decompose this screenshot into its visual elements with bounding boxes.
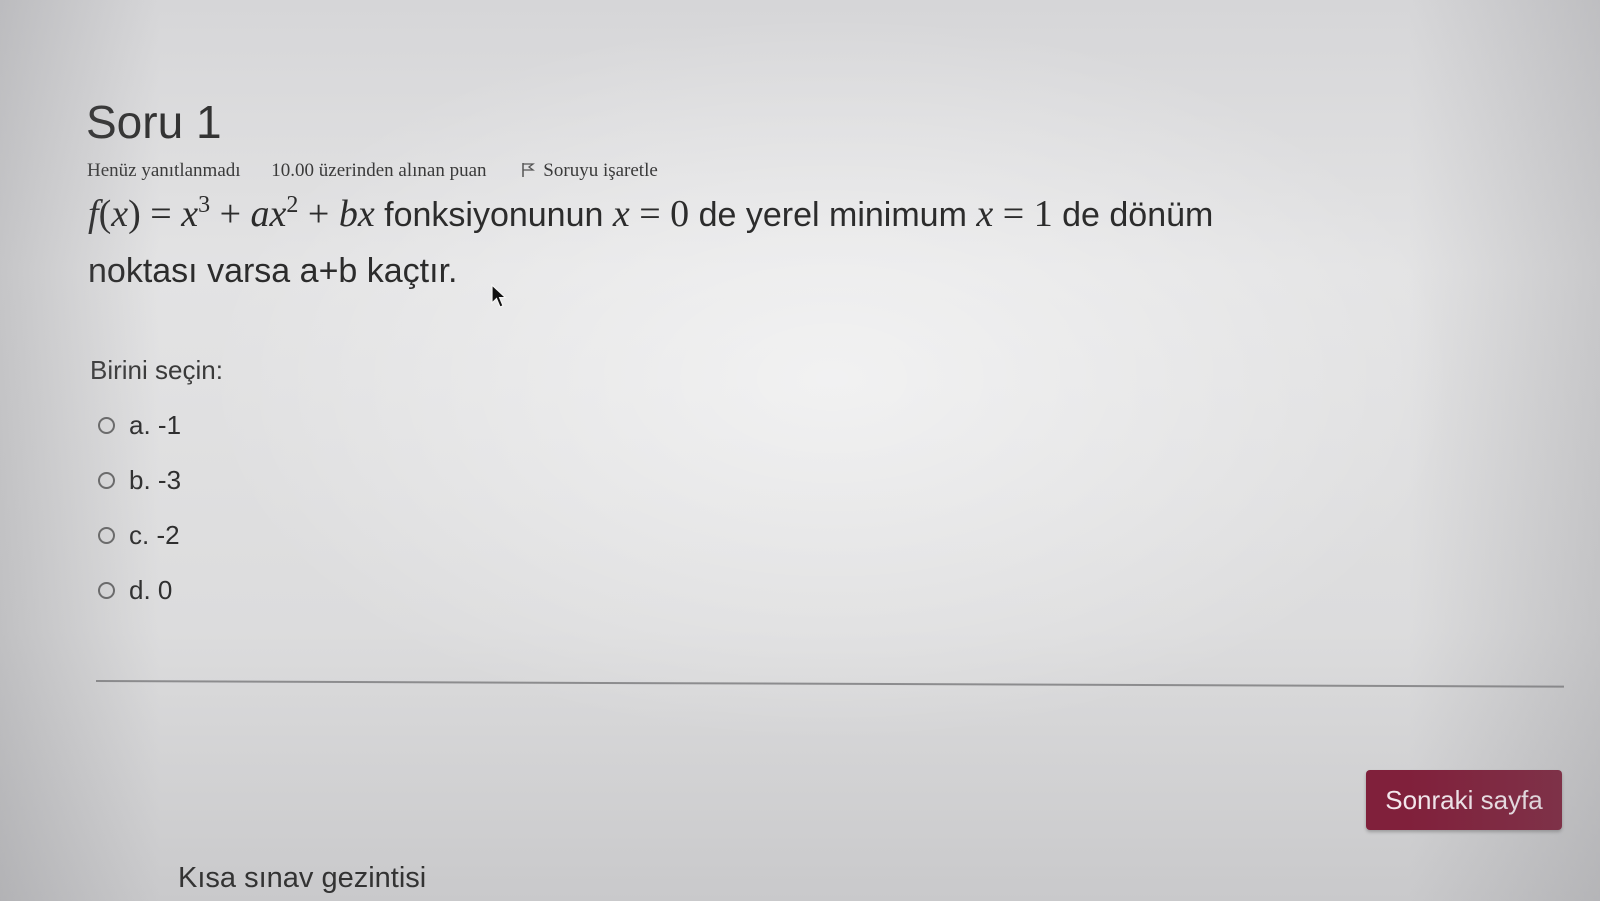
radio-unchecked-icon[interactable] [98, 582, 115, 599]
radio-unchecked-icon[interactable] [98, 417, 115, 434]
question-text: f(x) = x3 + ax2 + bx fonksiyonunun x = 0… [88, 186, 1488, 299]
question-phrase-4: noktası varsa a+b kaçtır. [88, 252, 458, 290]
answer-option-b[interactable]: b. -3 [98, 453, 181, 508]
answer-option-d[interactable]: d. 0 [98, 563, 181, 618]
answer-prompt: Birini seçin: [90, 355, 223, 385]
question-phrase-2: de yerel minimum [689, 196, 977, 234]
question-info: Henüz yanıtlanmadı 10.00 üzerinden alına… [87, 160, 658, 182]
answer-option-label: a. -1 [129, 410, 182, 440]
question-phrase-3: de dönüm [1052, 196, 1214, 234]
answer-options: a. -1 b. -3 c. -2 d. 0 [98, 398, 181, 618]
answer-option-c[interactable]: c. -2 [98, 508, 181, 563]
inflection-condition: x = 1 [976, 193, 1053, 235]
question-phrase-1: fonksiyonunun [374, 196, 613, 234]
function-formula: f(x) = x3 + ax2 + bx [88, 192, 375, 235]
quiz-navigation-title: Kısa sınav gezintisi [178, 862, 427, 894]
flag-icon [522, 163, 536, 177]
next-page-button[interactable]: Sonraki sayfa [1366, 770, 1562, 830]
minimum-condition: x = 0 [612, 193, 690, 235]
answer-option-label: d. 0 [129, 575, 173, 605]
radio-unchecked-icon[interactable] [98, 527, 115, 544]
question-title: Soru 1 [86, 96, 222, 148]
question-status: Henüz yanıtlanmadı [87, 160, 241, 181]
question-grade-info: 10.00 üzerinden alınan puan [271, 160, 487, 181]
flag-question-link[interactable]: Soruyu işaretle [521, 160, 658, 182]
flag-question-label: Soruyu işaretle [543, 160, 658, 181]
answer-option-label: c. -2 [129, 520, 180, 550]
radio-unchecked-icon[interactable] [98, 472, 115, 489]
section-divider [95, 680, 1564, 688]
mouse-pointer-icon [491, 283, 508, 308]
answer-option-a[interactable]: a. -1 [98, 398, 181, 453]
answer-option-label: b. -3 [129, 465, 182, 495]
